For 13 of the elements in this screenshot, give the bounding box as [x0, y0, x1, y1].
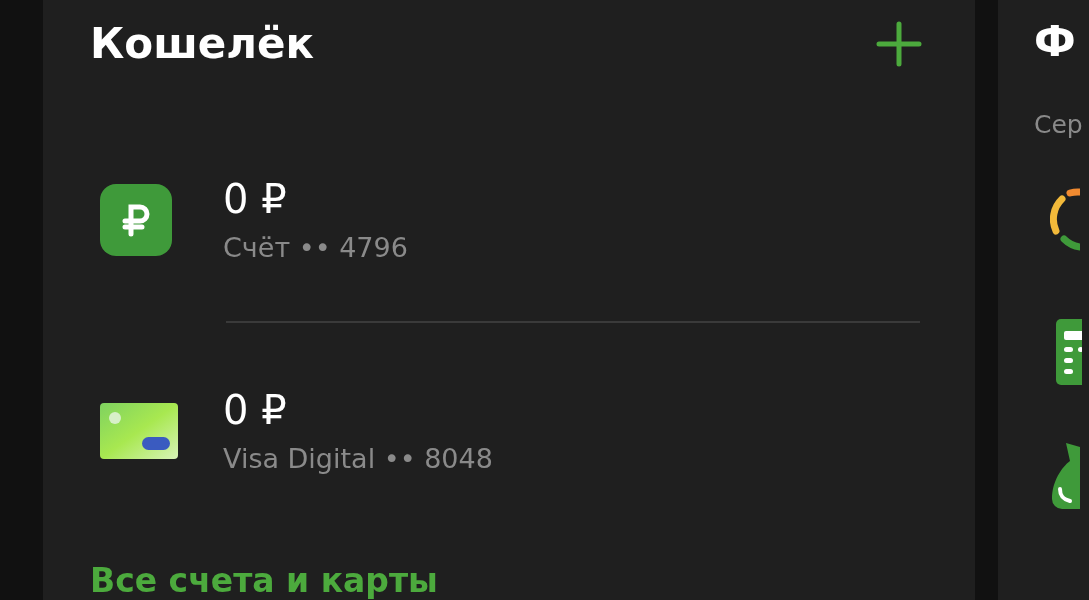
wallet-title: Кошелёк [90, 19, 315, 69]
panel-title: Ф [1034, 16, 1076, 68]
account-label: Счёт •• 4796 [223, 231, 408, 264]
panel-subtitle: Сер [1034, 110, 1083, 139]
all-accounts-link[interactable]: Все счета и карты [90, 561, 920, 600]
money-bag-icon [1052, 443, 1080, 509]
account-label: Visa Digital •• 8048 [223, 443, 493, 476]
balance-amount: 0 ₽ [223, 175, 288, 222]
calculator-icon [1056, 319, 1082, 385]
ruble-icon [100, 183, 172, 256]
add-icon[interactable] [876, 20, 922, 67]
bank-card-icon [100, 403, 178, 460]
balance-amount: 0 ₽ [223, 387, 288, 434]
